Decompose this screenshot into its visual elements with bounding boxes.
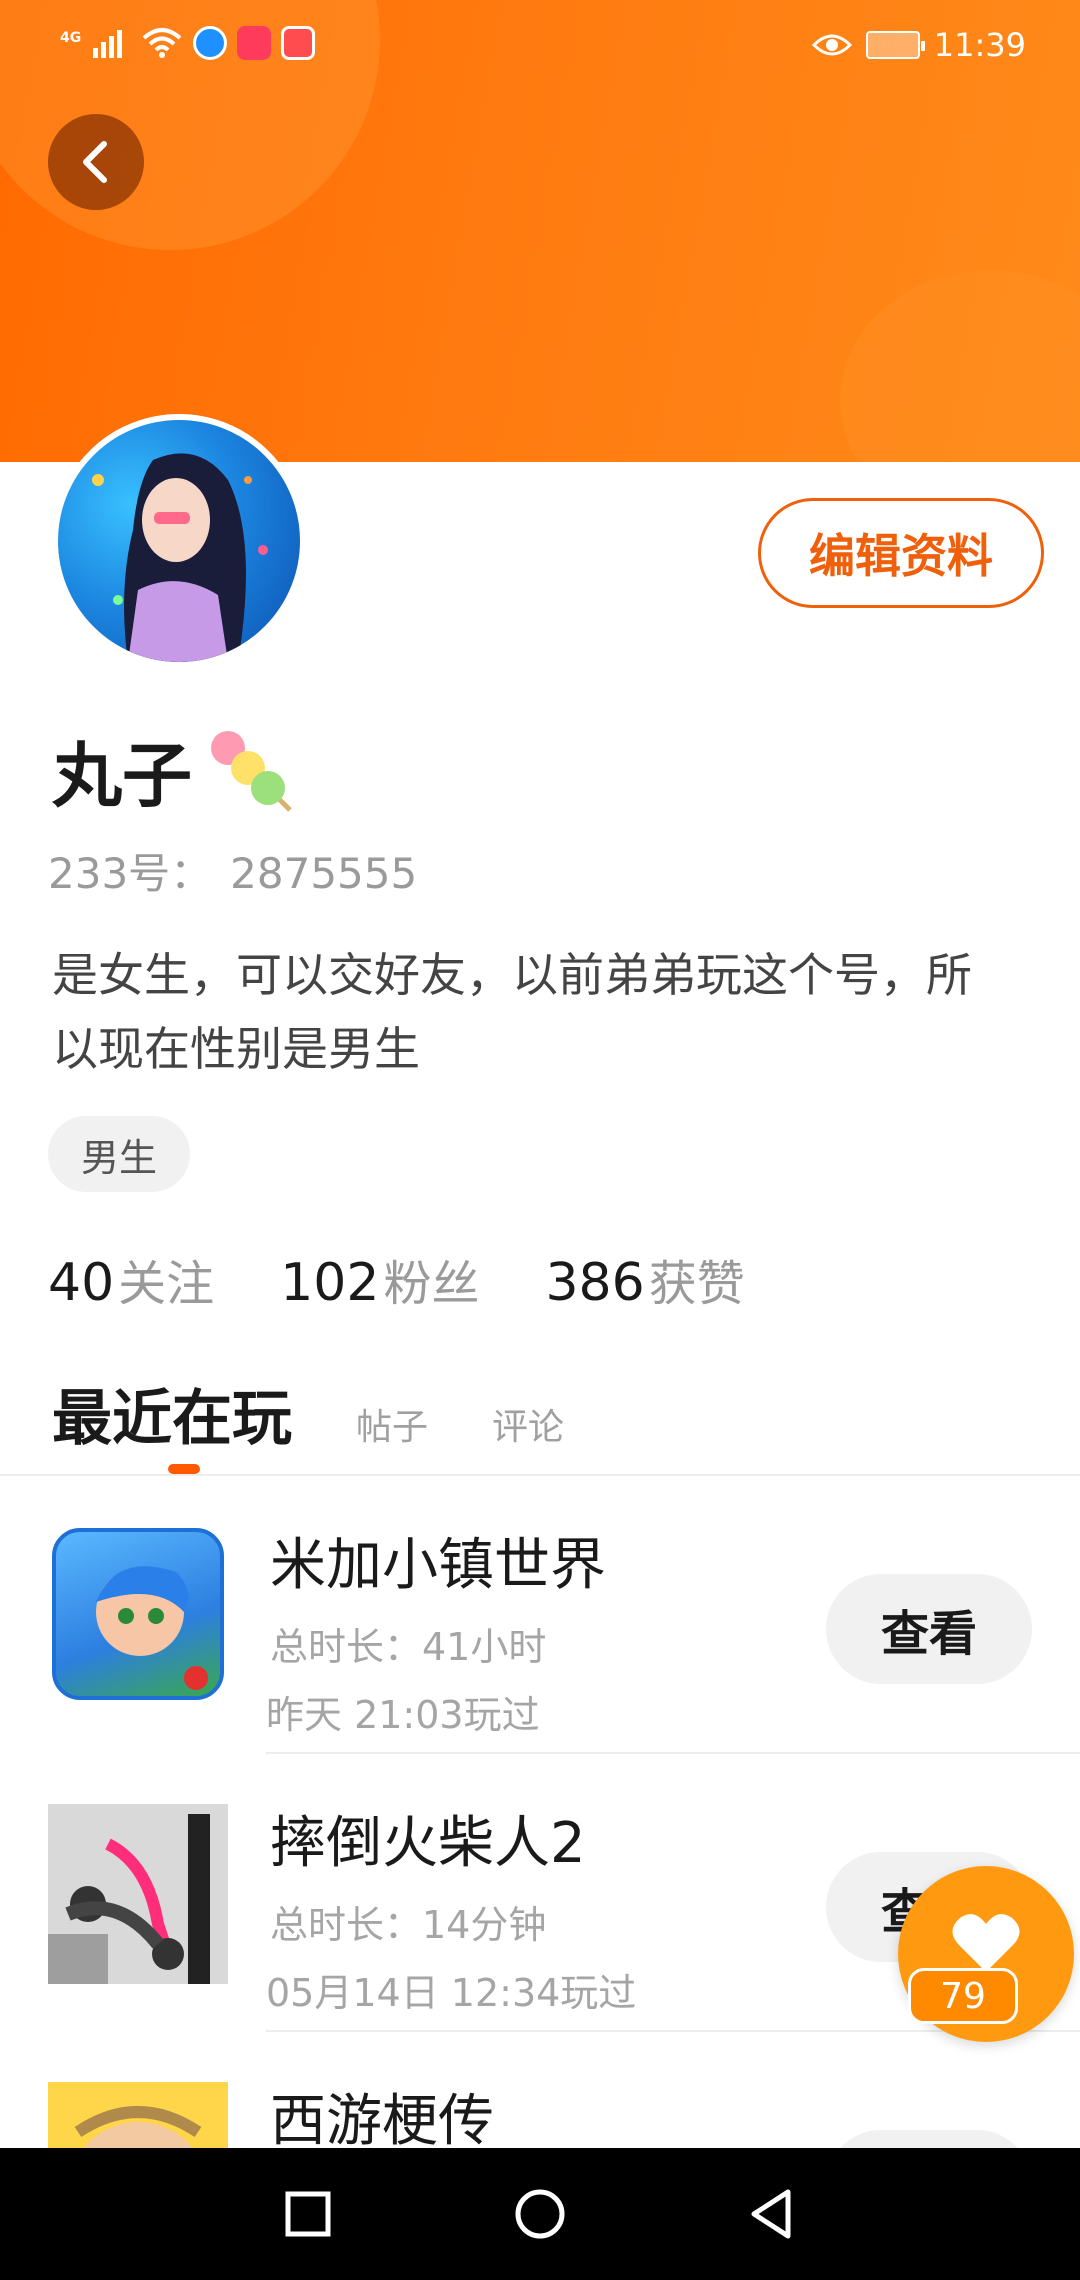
tab-recently-played[interactable]: 最近在玩 xyxy=(52,1370,292,1457)
view-button[interactable]: 查看 xyxy=(826,1574,1032,1684)
user-id: 233号： 2875555 xyxy=(48,840,417,901)
game-row[interactable]: 米加小镇世界 总时长：41小时 昨天 21:03玩过 查看 xyxy=(0,1476,1080,1754)
home-icon[interactable] xyxy=(512,2186,568,2242)
wifi-icon xyxy=(142,28,182,58)
stat-number: 40 xyxy=(48,1253,115,1313)
game-last-played: 05月14日 12:34玩过 xyxy=(266,1971,637,2015)
game-last-played: 昨天 21:03玩过 xyxy=(266,1693,540,1737)
like-count-badge: 79 xyxy=(908,1968,1018,2024)
back-triangle-icon[interactable] xyxy=(744,2186,800,2242)
user-id-label: 233号： xyxy=(48,849,213,898)
profile-tabs: 最近在玩 帖子 评论 xyxy=(52,1370,564,1457)
nickname: 丸子 xyxy=(52,720,298,821)
game-icon-stickman xyxy=(48,1804,228,1984)
stat-label: 获赞 xyxy=(648,1256,745,1312)
tab-comments[interactable]: 评论 xyxy=(492,1398,564,1450)
avatar-illustration xyxy=(92,453,268,662)
stat-likes[interactable]: 386获赞 xyxy=(545,1244,744,1314)
profile-header-banner: 4G 68 11:39 xyxy=(0,0,1080,462)
system-navigation-bar xyxy=(0,2148,1080,2280)
signal-icon xyxy=(93,30,123,58)
book-icon xyxy=(281,26,316,60)
chevron-left-icon xyxy=(83,141,107,183)
game-playtime: 总时长：14分钟 xyxy=(270,1903,547,1947)
game-title: 米加小镇世界 xyxy=(270,1533,606,1598)
huawei-store-icon xyxy=(237,26,272,60)
stat-label: 粉丝 xyxy=(383,1256,480,1312)
edit-profile-button[interactable]: 编辑资料 xyxy=(758,498,1044,608)
bio: 是女生，可以交好友，以前弟弟玩这个号，所以现在性别是男生 xyxy=(52,948,972,1076)
back-button[interactable] xyxy=(48,114,144,210)
game-playtime: 总时长：41小时 xyxy=(270,1625,547,1669)
game-title: 西游梗传 xyxy=(270,2089,494,2154)
stats-row: 40关注 102粉丝 386获赞 xyxy=(48,1244,745,1314)
stat-label: 关注 xyxy=(118,1256,215,1312)
dango-emoji-icon xyxy=(211,730,292,812)
status-bar: 4G 68 11:39 xyxy=(0,0,1080,90)
browser-icon xyxy=(193,26,228,60)
battery-icon: 68 xyxy=(865,31,925,59)
stat-number: 386 xyxy=(545,1253,645,1313)
header-decoration xyxy=(840,270,1080,462)
stat-following[interactable]: 40关注 xyxy=(48,1244,214,1314)
stickman-game-icon xyxy=(48,1814,210,1984)
game-title: 摔倒火柴人2 xyxy=(270,1811,586,1876)
nickname-text: 丸子 xyxy=(52,735,192,817)
eye-comfort-icon xyxy=(811,34,852,56)
stat-followers[interactable]: 102粉丝 xyxy=(280,1244,479,1314)
heart-icon xyxy=(952,1914,1020,1972)
clock: 11:39 xyxy=(933,26,1026,64)
tab-indicator xyxy=(168,1464,200,1474)
miga-character-icon xyxy=(96,1566,208,1690)
user-id-value: 2875555 xyxy=(230,849,418,898)
tab-posts[interactable]: 帖子 xyxy=(356,1398,428,1450)
network-type: 4G xyxy=(60,30,82,46)
stat-number: 102 xyxy=(280,1253,380,1313)
gender-tag: 男生 xyxy=(48,1116,190,1192)
recent-apps-icon[interactable] xyxy=(280,2186,336,2242)
game-icon-miga xyxy=(52,1528,224,1700)
avatar[interactable] xyxy=(52,414,306,668)
